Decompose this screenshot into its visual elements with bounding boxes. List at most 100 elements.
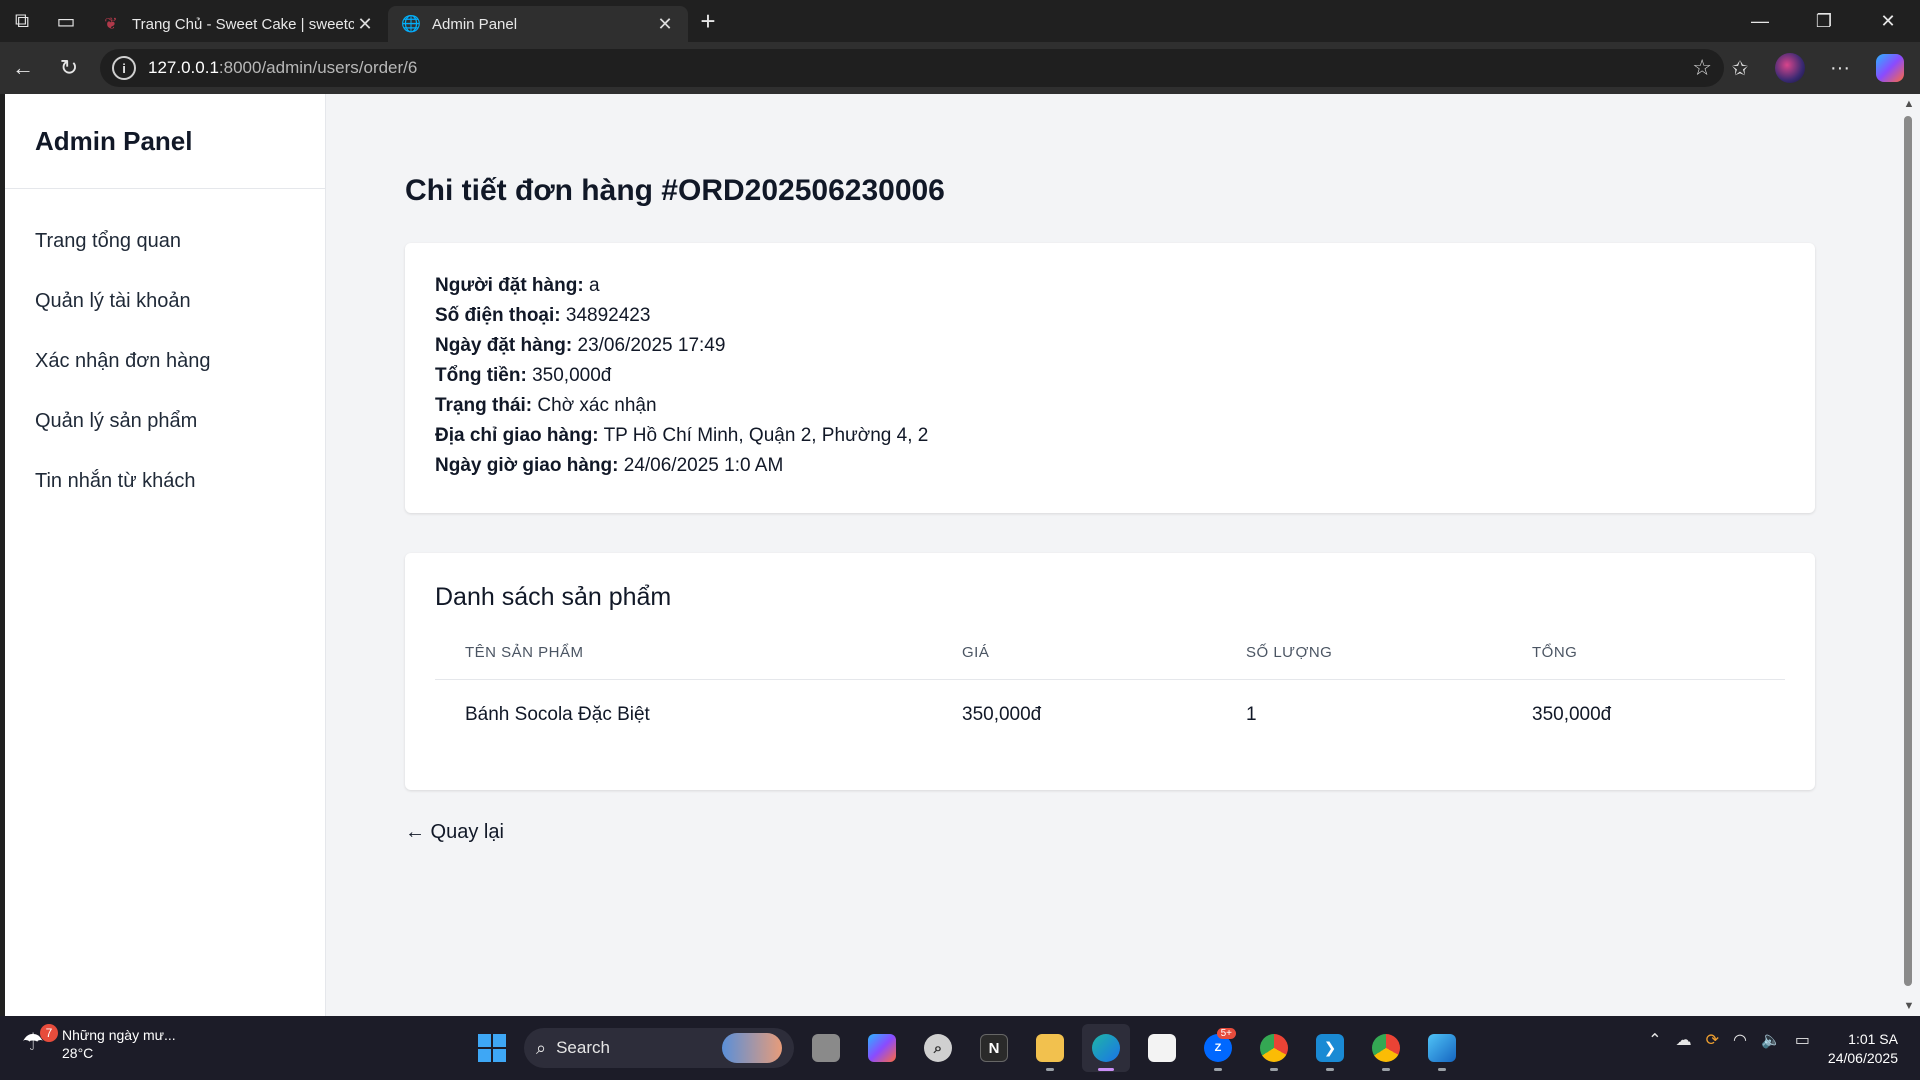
info-total: Tổng tiền: 350,000đ bbox=[435, 361, 1785, 391]
site-info-icon[interactable]: i bbox=[112, 56, 136, 80]
info-orderer: Người đặt hàng: a bbox=[435, 271, 1785, 301]
store-icon bbox=[1148, 1034, 1176, 1062]
chrome-profile-app[interactable] bbox=[1362, 1024, 1410, 1072]
cake-icon: ❦ bbox=[104, 16, 118, 33]
weather-widget[interactable]: ☂ 7 Những ngày mư... 28°C bbox=[22, 1024, 176, 1062]
tab-actions-icon[interactable]: ▭ bbox=[44, 0, 88, 42]
search-app[interactable]: ⌕ bbox=[914, 1024, 962, 1072]
photos-app[interactable] bbox=[1418, 1024, 1466, 1072]
info-address: Địa chỉ giao hàng: TP Hồ Chí Minh, Quận … bbox=[435, 421, 1785, 451]
clock[interactable]: 1:01 SA 24/06/2025 bbox=[1828, 1030, 1898, 1068]
table-header-row: TÊN SẢN PHẨM GIÁ SỐ LƯỢNG TỔNG bbox=[435, 638, 1785, 680]
sidebar-item-dashboard[interactable]: Trang tổng quan bbox=[5, 211, 325, 271]
order-info-card: Người đặt hàng: a Số điện thoại: 3489242… bbox=[405, 243, 1815, 513]
copilot-icon[interactable] bbox=[1868, 46, 1912, 90]
info-delivery-time: Ngày giờ giao hàng: 24/06/2025 1:0 AM bbox=[435, 451, 1785, 481]
system-tray: ⌃ ☁ ⟳ ◠ 🔈 ▭ bbox=[1648, 1030, 1810, 1050]
new-tab-button[interactable]: + bbox=[688, 0, 728, 42]
back-link[interactable]: ← Quay lại bbox=[405, 821, 504, 844]
photos-icon bbox=[1428, 1034, 1456, 1062]
start-button[interactable] bbox=[468, 1024, 516, 1072]
tab-title: Trang Chủ - Sweet Cake | sweetcake bbox=[132, 15, 354, 33]
info-status: Trạng thái: Chờ xác nhận bbox=[435, 391, 1785, 421]
sync-icon[interactable]: ⟳ bbox=[1706, 1030, 1719, 1050]
zalo-app[interactable]: Z 5+ bbox=[1194, 1024, 1242, 1072]
info-value: Chờ xác nhận bbox=[537, 395, 657, 416]
restore-icon[interactable]: ❐ bbox=[1792, 0, 1856, 42]
scroll-down-icon[interactable]: ▼ bbox=[1902, 1000, 1916, 1012]
favorites-icon[interactable]: ✩ bbox=[1718, 46, 1762, 90]
folder-icon bbox=[1036, 1034, 1064, 1062]
browser-tab-bar: ⧉ ▭ ❦ Trang Chủ - Sweet Cake | sweetcake… bbox=[0, 0, 1920, 42]
chrome-icon bbox=[1372, 1034, 1400, 1062]
close-window-icon[interactable]: ✕ bbox=[1856, 0, 1920, 42]
window-controls: — ❐ ✕ bbox=[1728, 0, 1920, 42]
page-viewport: Admin Panel Trang tổng quan Quản lý tài … bbox=[5, 94, 1898, 1016]
sidebar-item-order-confirm[interactable]: Xác nhận đơn hàng bbox=[5, 331, 325, 391]
workspaces-icon[interactable]: ⧉ bbox=[0, 0, 44, 42]
tab-sweet-cake[interactable]: ❦ Trang Chủ - Sweet Cake | sweetcake ✕ bbox=[88, 6, 388, 42]
info-label: Tổng tiền: bbox=[435, 365, 527, 386]
taskbar-apps: ⌕ Search ⌕ N Z 5+ ❯ bbox=[468, 1024, 1466, 1072]
tab-admin-panel[interactable]: 🌐 Admin Panel ✕ bbox=[388, 6, 688, 42]
table-row: Bánh Socola Đặc Biệt 350,000đ 1 350,000đ bbox=[435, 680, 1785, 751]
profile-avatar[interactable] bbox=[1768, 46, 1812, 90]
sidebar-item-messages[interactable]: Tin nhắn từ khách bbox=[5, 451, 325, 511]
minimize-icon[interactable]: — bbox=[1728, 0, 1792, 42]
info-value: 23/06/2025 17:49 bbox=[577, 335, 726, 356]
info-value: TP Hồ Chí Minh, Quận 2, Phường 4, 2 bbox=[603, 425, 929, 446]
sidebar-item-accounts[interactable]: Quản lý tài khoản bbox=[5, 271, 325, 331]
file-explorer-app[interactable] bbox=[1026, 1024, 1074, 1072]
products-heading: Danh sách sản phẩm bbox=[435, 583, 672, 611]
close-tab-icon[interactable]: ✕ bbox=[354, 14, 376, 35]
favorite-star-icon[interactable]: ☆ bbox=[1692, 55, 1712, 81]
taskbar-search[interactable]: ⌕ Search bbox=[524, 1028, 794, 1068]
notion-app[interactable]: N bbox=[970, 1024, 1018, 1072]
clock-time: 1:01 SA bbox=[1848, 1031, 1898, 1047]
battery-icon[interactable]: ▭ bbox=[1795, 1030, 1810, 1050]
scroll-up-icon[interactable]: ▲ bbox=[1902, 98, 1916, 110]
back-icon[interactable]: ← bbox=[0, 42, 46, 94]
page-scrollbar[interactable]: ▲ ▼ bbox=[1898, 94, 1920, 1016]
column-header-quantity: SỐ LƯỢNG bbox=[1216, 638, 1502, 680]
cell-product-name: Bánh Socola Đặc Biệt bbox=[465, 704, 650, 725]
store-app[interactable] bbox=[1138, 1024, 1186, 1072]
search-highlight-art bbox=[722, 1033, 782, 1063]
browser-toolbar: ✩ ··· bbox=[1718, 42, 1912, 94]
chevron-up-icon[interactable]: ⌃ bbox=[1648, 1030, 1661, 1050]
wifi-icon[interactable]: ◠ bbox=[1733, 1030, 1747, 1050]
cell-quantity: 1 bbox=[1246, 704, 1257, 725]
sidebar-item-products[interactable]: Quản lý sản phẩm bbox=[5, 391, 325, 451]
column-header-price: GIÁ bbox=[932, 638, 1216, 680]
umbrella-icon: ☂ 7 bbox=[22, 1024, 58, 1060]
url-field[interactable]: i 127.0.0.1:8000/admin/users/order/6 ☆ bbox=[100, 49, 1724, 87]
column-header-name: TÊN SẢN PHẨM bbox=[435, 638, 932, 680]
chrome-app[interactable] bbox=[1250, 1024, 1298, 1072]
brand-title: Admin Panel bbox=[5, 94, 325, 189]
info-label: Trạng thái: bbox=[435, 395, 533, 416]
edge-app[interactable] bbox=[1082, 1024, 1130, 1072]
refresh-icon[interactable]: ↻ bbox=[46, 42, 92, 94]
info-label: Ngày giờ giao hàng: bbox=[435, 455, 619, 476]
magnifier-app-icon: ⌕ bbox=[924, 1034, 952, 1062]
url-path: :8000/admin/users/order/6 bbox=[218, 58, 418, 77]
windows-icon bbox=[470, 1026, 514, 1070]
scrollbar-thumb[interactable] bbox=[1904, 116, 1912, 986]
weather-badge: 7 bbox=[40, 1024, 58, 1042]
vscode-icon: ❯ bbox=[1316, 1034, 1344, 1062]
more-options-icon[interactable]: ··· bbox=[1818, 46, 1862, 90]
sidebar: Admin Panel Trang tổng quan Quản lý tài … bbox=[5, 94, 326, 1016]
volume-icon[interactable]: 🔈 bbox=[1761, 1030, 1781, 1050]
onedrive-icon[interactable]: ☁ bbox=[1676, 1030, 1692, 1050]
cell-total: 350,000đ bbox=[1532, 704, 1612, 725]
copilot-app[interactable] bbox=[858, 1024, 906, 1072]
task-view-button[interactable] bbox=[802, 1024, 850, 1072]
info-label: Địa chỉ giao hàng: bbox=[435, 425, 599, 446]
info-phone: Số điện thoại: 34892423 bbox=[435, 301, 1785, 331]
cell-price: 350,000đ bbox=[962, 704, 1042, 725]
url-host: 127.0.0.1 bbox=[148, 58, 219, 77]
vscode-app[interactable]: ❯ bbox=[1306, 1024, 1354, 1072]
info-label: Số điện thoại: bbox=[435, 305, 561, 326]
chrome-icon bbox=[1260, 1034, 1288, 1062]
close-tab-icon[interactable]: ✕ bbox=[654, 14, 676, 35]
